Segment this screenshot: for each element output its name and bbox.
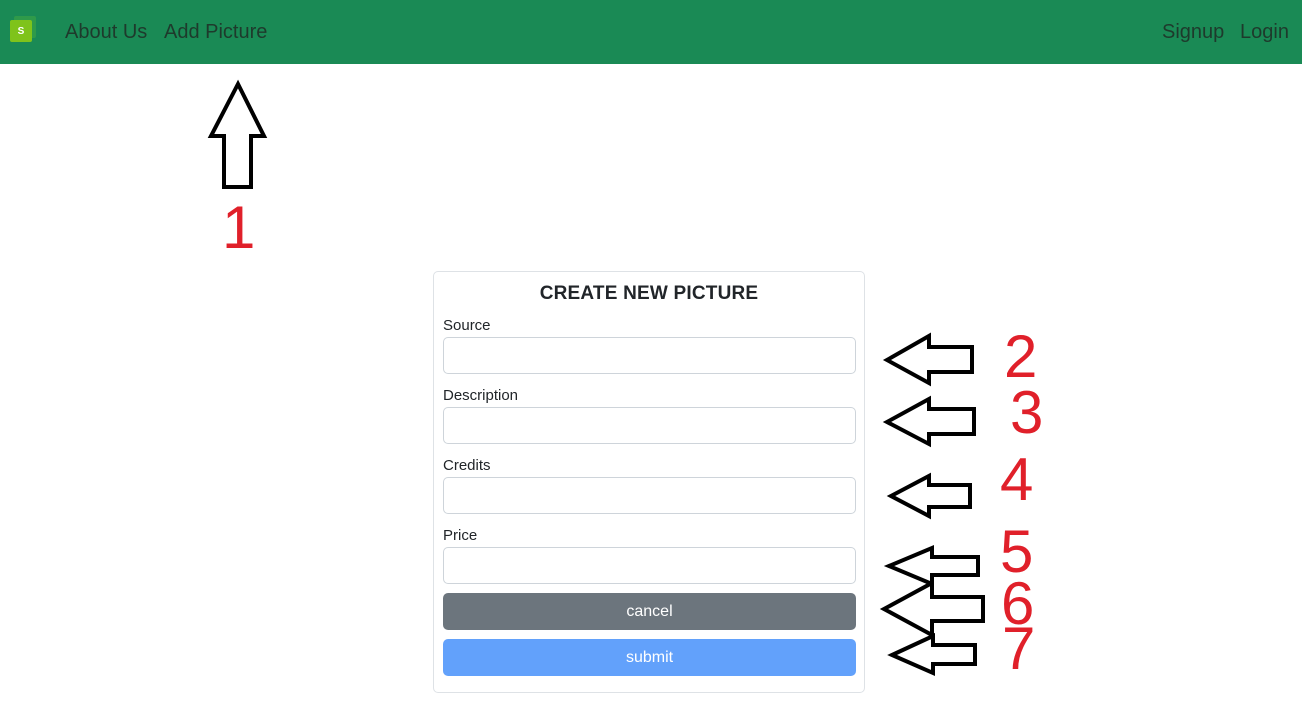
price-input[interactable] (443, 547, 856, 584)
annotation-number-4: 4 (1000, 446, 1034, 513)
logo-front-square: S (10, 20, 32, 42)
credits-input[interactable] (443, 477, 856, 514)
description-label: Description (443, 387, 519, 404)
source-input[interactable] (443, 337, 856, 374)
form-title: CREATE NEW PICTURE (539, 283, 759, 304)
nav-link-about-us[interactable]: About Us (65, 19, 147, 45)
source-label: Source (443, 317, 491, 334)
nav-link-add-picture[interactable]: Add Picture (164, 19, 267, 45)
left-arrow-icon (886, 472, 972, 520)
create-picture-form: CREATE NEW PICTURE Source Description Cr… (433, 271, 865, 693)
submit-button[interactable]: submit (443, 639, 856, 676)
left-arrow-icon (882, 395, 976, 448)
price-label: Price (443, 527, 478, 544)
left-arrow-icon (883, 544, 980, 588)
annotation-number-1: 1 (222, 194, 256, 261)
logo-icon[interactable]: S (10, 16, 36, 42)
description-input[interactable] (443, 407, 856, 444)
annotation-number-3: 3 (1010, 379, 1044, 446)
annotation-number-7: 7 (1002, 615, 1036, 682)
left-arrow-icon (882, 332, 974, 387)
navbar: S About Us Add Picture Signup Login (0, 0, 1302, 64)
annotation-number-2: 2 (1004, 323, 1038, 390)
left-arrow-icon (879, 579, 985, 639)
credits-label: Credits (443, 457, 491, 474)
up-arrow-icon (207, 79, 268, 189)
left-arrow-icon (887, 632, 977, 677)
nav-link-signup[interactable]: Signup (1162, 19, 1224, 45)
cancel-button[interactable]: cancel (443, 593, 856, 630)
nav-link-login[interactable]: Login (1240, 19, 1289, 45)
